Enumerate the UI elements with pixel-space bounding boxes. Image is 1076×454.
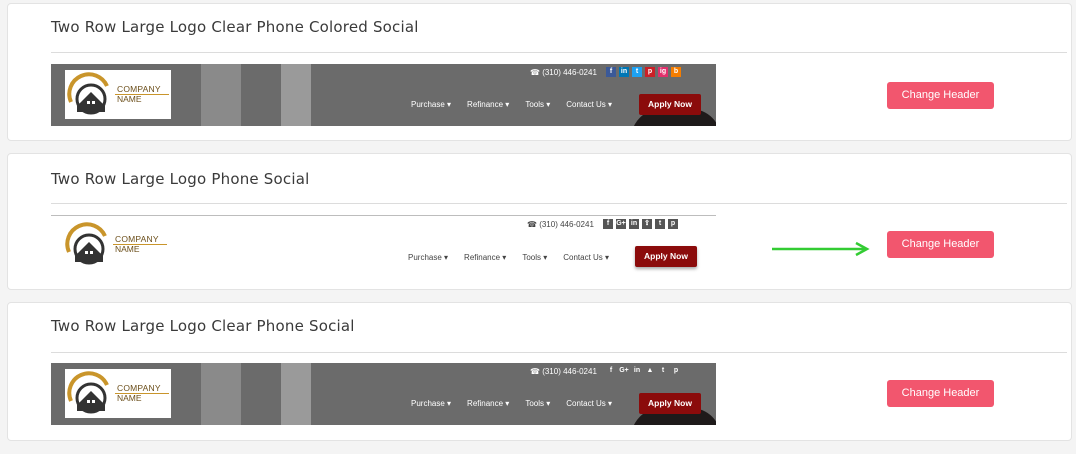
company-logo: COMPANY NAME (65, 222, 167, 266)
nav-tools: Tools ▾ (522, 253, 548, 262)
social-icons: f G+ in ▲ t p (606, 366, 681, 376)
apply-now-button: Apply Now (639, 393, 701, 414)
preview-nav: Purchase ▾ Refinance ▾ Tools ▾ Contact U… (408, 253, 625, 262)
twitter-icon: t (658, 366, 668, 376)
header-preview: COMPANY NAME ☎ (310) 446-0241 f in t p i… (51, 64, 716, 126)
preview-nav: Purchase ▾ Refinance ▾ Tools ▾ Contact U… (411, 100, 628, 109)
google-plus-icon: G+ (616, 219, 626, 229)
logo-company-text: COMPANY (115, 234, 159, 244)
nav-tools: Tools ▾ (525, 100, 551, 109)
pinterest-icon: p (671, 366, 681, 376)
header-option-card: Two Row Large Logo Clear Phone Social CO… (7, 302, 1072, 441)
header-option-title: Two Row Large Logo Clear Phone Colored S… (51, 18, 419, 36)
preview-background-shape (201, 363, 241, 425)
preview-phone: ☎ (310) 446-0241 (527, 220, 594, 229)
logo-name-text: NAME (117, 94, 142, 104)
instagram-icon: ig (658, 67, 668, 77)
twitter-icon: t (632, 67, 642, 77)
blogger-icon: b (671, 67, 681, 77)
preview-background-shape (201, 64, 241, 126)
linkedin-icon: in (629, 219, 639, 229)
header-option-title: Two Row Large Logo Clear Phone Social (51, 317, 355, 335)
twitter-icon: t (655, 219, 665, 229)
company-logo: COMPANY NAME (65, 369, 171, 418)
header-option-title: Two Row Large Logo Phone Social (51, 170, 310, 188)
google-plus-icon: G+ (619, 366, 629, 376)
pinterest-icon: p (668, 219, 678, 229)
facebook-icon: f (606, 67, 616, 77)
logo-company-text: COMPANY (117, 383, 161, 393)
facebook-icon: f (606, 366, 616, 376)
logo-name-text: NAME (117, 393, 142, 403)
social-icons: f in t p ig b (606, 67, 681, 77)
house-logo-icon (67, 72, 109, 115)
header-preview: COMPANY NAME ☎ (310) 446-0241 f G+ in ▲ … (51, 363, 716, 425)
preview-phone: ☎ (310) 446-0241 (530, 367, 597, 376)
nav-purchase: Purchase ▾ (411, 399, 452, 408)
nav-refinance: Refinance ▾ (464, 253, 507, 262)
nav-refinance: Refinance ▾ (467, 100, 510, 109)
logo-name-text: NAME (115, 244, 140, 254)
change-header-button[interactable]: Change Header (887, 231, 994, 258)
share-icon: ⇪ (642, 219, 652, 229)
divider (51, 203, 1067, 204)
pinterest-icon: p (645, 67, 655, 77)
nav-contact: Contact Us ▾ (566, 100, 613, 109)
divider (51, 352, 1067, 353)
nav-contact: Contact Us ▾ (566, 399, 613, 408)
nav-tools: Tools ▾ (525, 399, 551, 408)
arrow-right-icon (772, 241, 870, 257)
company-logo: COMPANY NAME (65, 70, 171, 119)
header-option-card: Two Row Large Logo Clear Phone Colored S… (7, 3, 1072, 141)
house-logo-icon (65, 222, 107, 265)
header-option-card: Two Row Large Logo Phone Social COMPANY … (7, 153, 1072, 290)
change-header-button[interactable]: Change Header (887, 82, 994, 109)
facebook-icon: f (603, 219, 613, 229)
social-icons: f G+ in ⇪ t p (603, 219, 678, 229)
linkedin-icon: in (619, 67, 629, 77)
apply-now-button: Apply Now (639, 94, 701, 115)
nav-purchase: Purchase ▾ (411, 100, 452, 109)
preview-background-shape (281, 363, 311, 425)
house-logo-icon (67, 371, 109, 414)
preview-nav: Purchase ▾ Refinance ▾ Tools ▾ Contact U… (411, 399, 628, 408)
nav-contact: Contact Us ▾ (563, 253, 610, 262)
preview-background-shape (281, 64, 311, 126)
apply-now-button: Apply Now (635, 246, 697, 267)
nav-refinance: Refinance ▾ (467, 399, 510, 408)
change-header-button[interactable]: Change Header (887, 380, 994, 407)
linkedin-icon: in (632, 366, 642, 376)
nav-purchase: Purchase ▾ (408, 253, 449, 262)
divider (51, 52, 1067, 53)
share-icon: ▲ (645, 366, 655, 376)
logo-company-text: COMPANY (117, 84, 161, 94)
preview-phone: ☎ (310) 446-0241 (530, 68, 597, 77)
header-preview: COMPANY NAME ☎ (310) 446-0241 f G+ in ⇪ … (51, 215, 716, 277)
